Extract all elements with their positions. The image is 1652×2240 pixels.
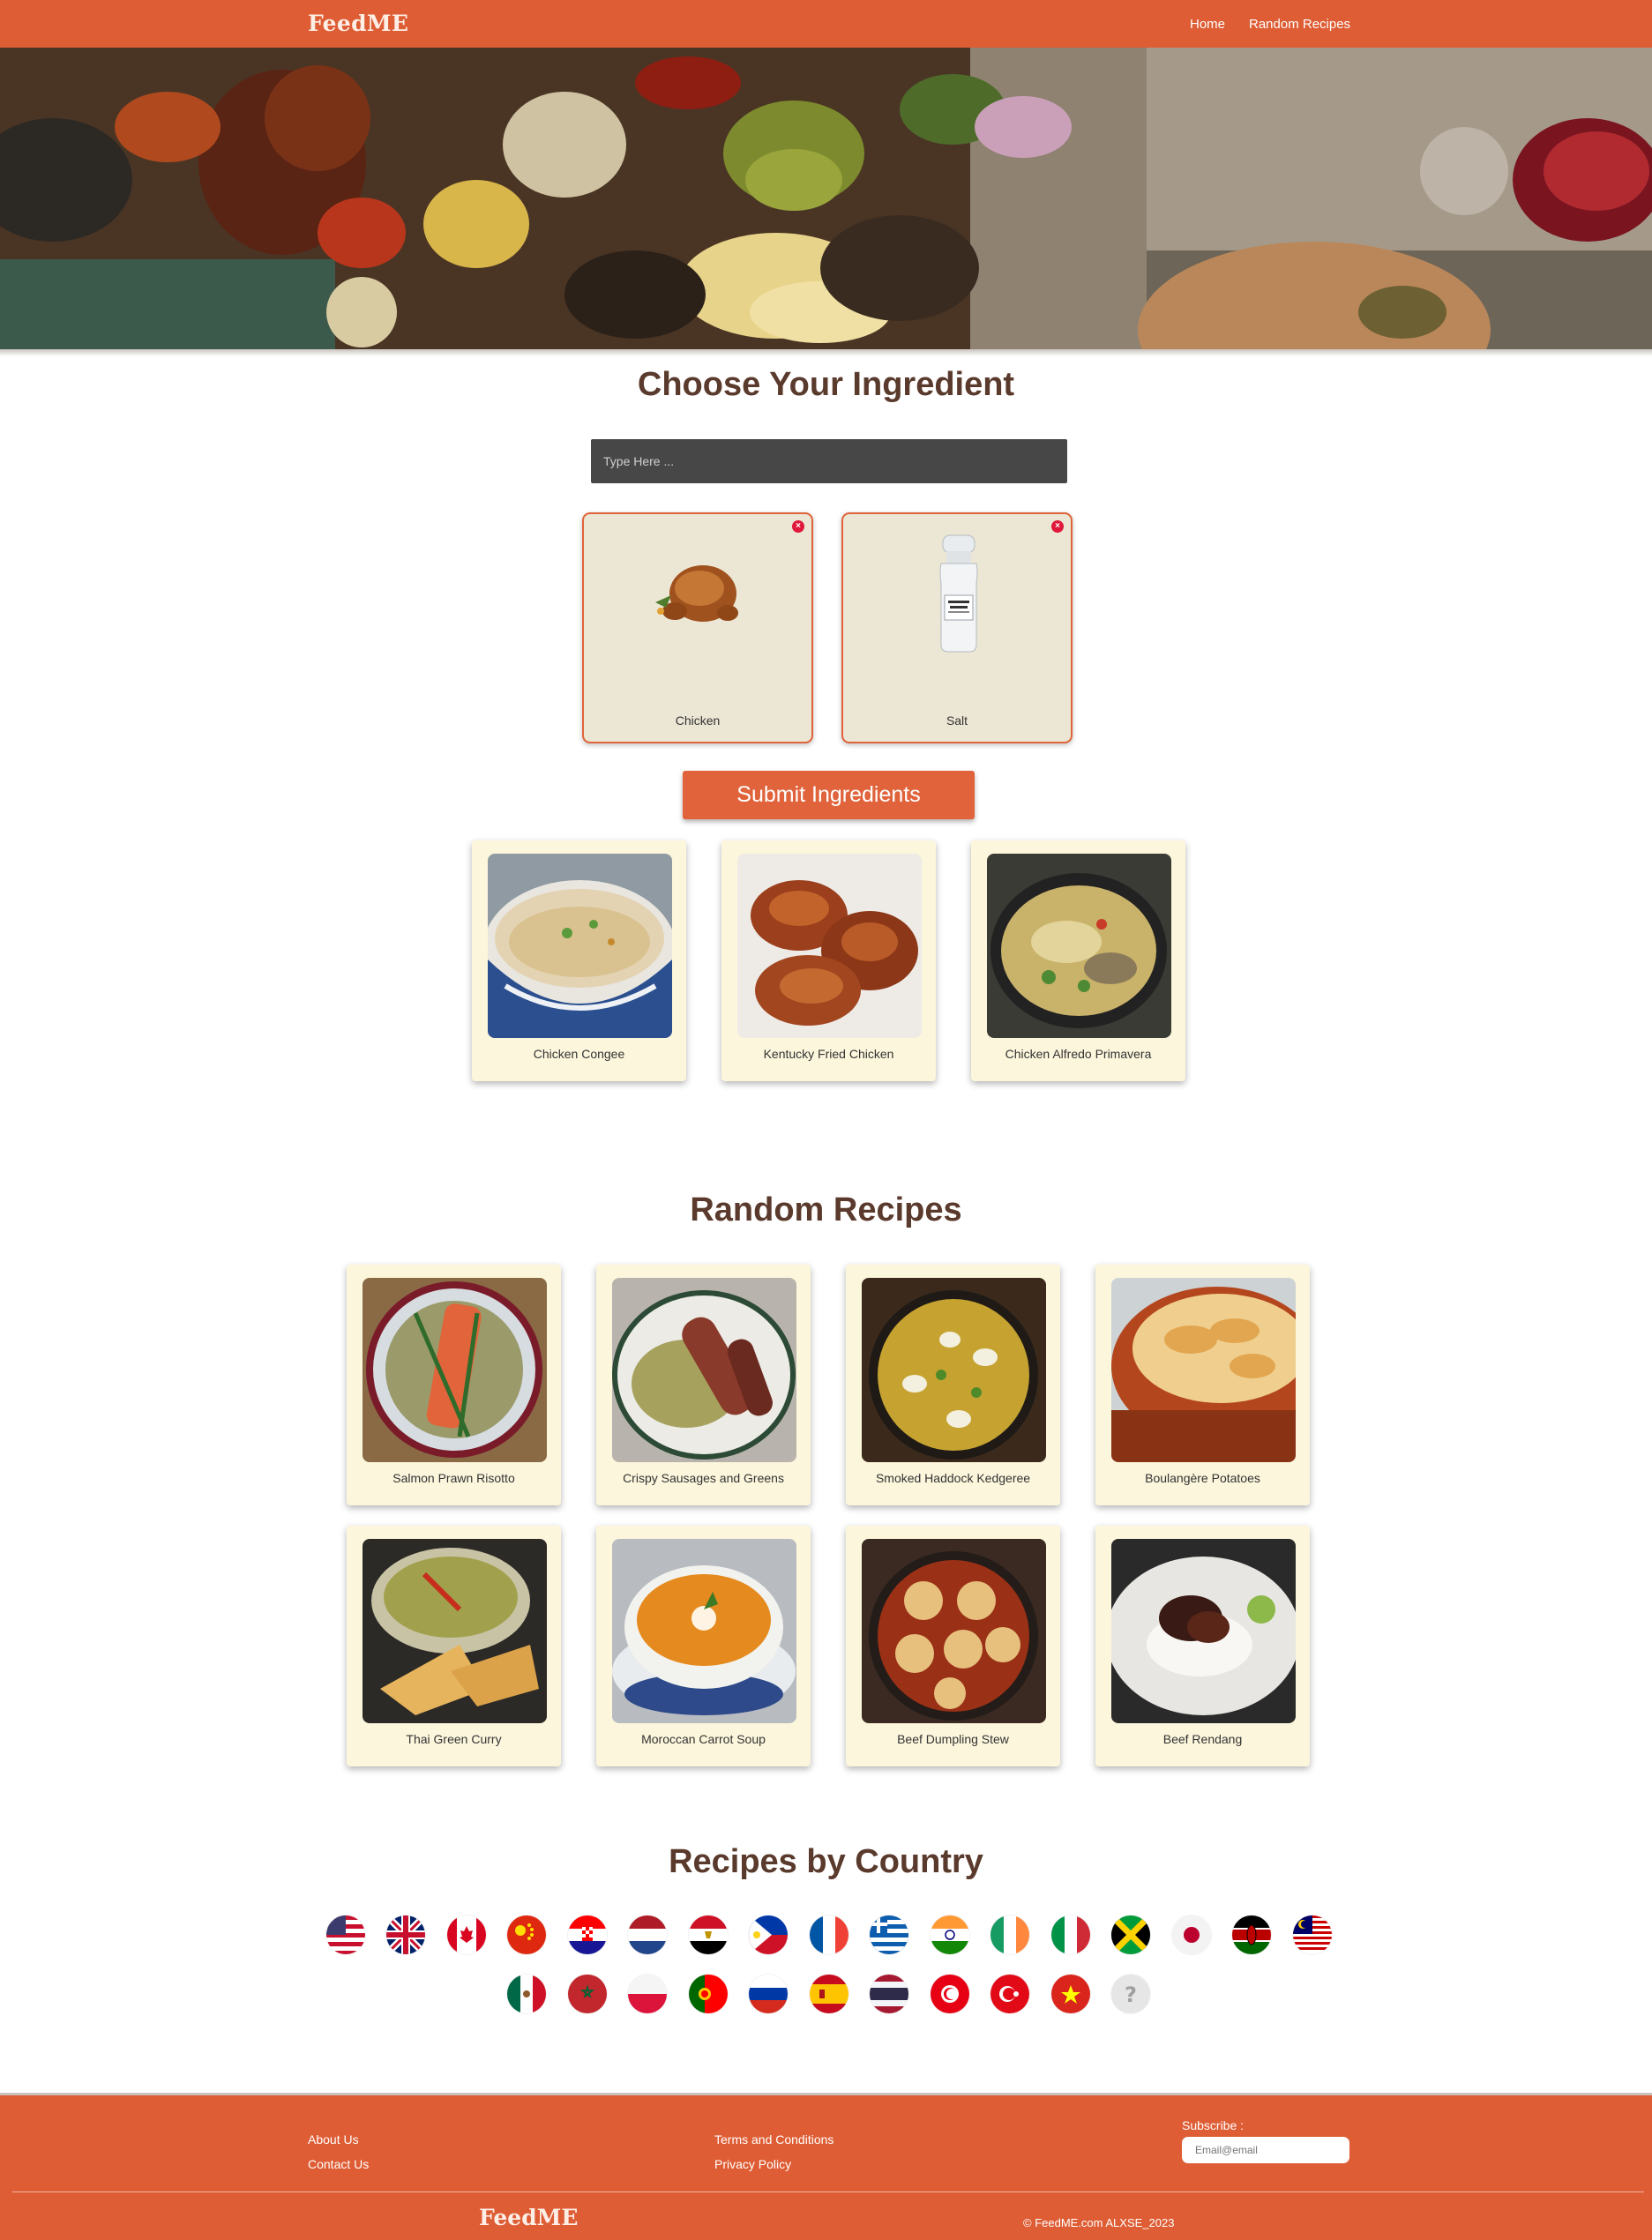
kenya-flag-icon[interactable] <box>1232 1915 1271 1954</box>
tunisia-flag-icon[interactable] <box>931 1975 969 2013</box>
recipe-card[interactable]: Beef Rendang <box>1095 1526 1310 1766</box>
greece-flag-icon[interactable] <box>870 1915 908 1954</box>
recipe-card[interactable]: Thai Green Curry <box>347 1526 561 1766</box>
recipe-card[interactable]: Chicken Congee <box>472 840 686 1081</box>
random-recipes-title: Random Recipes <box>690 1191 962 1228</box>
recipe-card[interactable]: Crispy Sausages and Greens <box>596 1265 811 1505</box>
poland-flag-icon[interactable] <box>628 1975 667 2013</box>
submit-ingredients-button[interactable]: Submit Ingredients <box>683 771 975 819</box>
philippines-flag-icon[interactable] <box>749 1915 788 1954</box>
recipe-card[interactable]: Beef Dumpling Stew <box>846 1526 1060 1766</box>
vietnam-flag-icon[interactable] <box>1051 1975 1090 2013</box>
spain-flag-icon[interactable] <box>810 1975 848 2013</box>
mexico-flag-icon[interactable] <box>507 1975 546 2013</box>
ingredient-card-chicken: × Chicken <box>582 512 813 743</box>
carrot-soup-photo <box>612 1539 796 1723</box>
recipe-card[interactable]: Smoked Haddock Kedgeree <box>846 1265 1060 1505</box>
ingredient-name: Salt <box>946 713 968 728</box>
footer-brand-logo: FeedME <box>479 2205 579 2230</box>
nav-home-link[interactable]: Home <box>1190 17 1225 32</box>
ireland-flag-icon[interactable] <box>990 1915 1029 1954</box>
india-flag-icon[interactable] <box>931 1915 969 1954</box>
kedgeree-photo <box>862 1278 1046 1462</box>
recipe-name: Beef Rendang <box>1162 1732 1243 1746</box>
jamaica-flag-icon[interactable] <box>1111 1915 1150 1954</box>
sausages-greens-photo <box>612 1278 796 1462</box>
recipe-name: Smoked Haddock Kedgeree <box>875 1471 1031 1485</box>
beef-rendang-photo <box>1111 1539 1296 1723</box>
canada-flag-icon[interactable] <box>447 1915 486 1954</box>
subscribe-label: Subscribe : <box>1182 2118 1245 2132</box>
chicken-alfredo-photo <box>987 854 1171 1038</box>
unknown-flag-icon[interactable]: ? <box>1111 1975 1150 2013</box>
recipe-name: Moroccan Carrot Soup <box>641 1732 766 1746</box>
recipe-name: Chicken Congee <box>533 1047 625 1061</box>
recipe-card[interactable]: Kentucky Fried Chicken <box>721 840 936 1081</box>
netherlands-flag-icon[interactable] <box>628 1915 667 1954</box>
recipe-name: Kentucky Fried Chicken <box>763 1047 894 1061</box>
recipe-card[interactable]: Salmon Prawn Risotto <box>347 1265 561 1505</box>
recipes-by-country-title: Recipes by Country <box>669 1843 983 1880</box>
salmon-risotto-photo <box>363 1278 547 1462</box>
portugal-flag-icon[interactable] <box>689 1975 728 2013</box>
recipe-name: Thai Green Curry <box>406 1732 502 1746</box>
footer-divider <box>12 2191 1644 2192</box>
morocco-flag-icon[interactable] <box>568 1975 607 2013</box>
remove-ingredient-close-icon[interactable]: × <box>1051 520 1064 533</box>
boulangere-potatoes-photo <box>1111 1278 1296 1462</box>
footer: About Us Contact Us Terms and Conditions… <box>0 2093 1652 2240</box>
malaysia-flag-icon[interactable] <box>1293 1915 1332 1954</box>
choose-ingredient-title: Choose Your Ingredient <box>637 366 1015 403</box>
thailand-flag-icon[interactable] <box>870 1975 908 2013</box>
hero-banner-image <box>0 48 1652 349</box>
about-us-link[interactable]: About Us <box>308 2132 359 2147</box>
copyright-text: © FeedME.com ALXSE_2023 <box>1023 2216 1175 2229</box>
brand-logo[interactable]: FeedME <box>308 11 408 36</box>
nav-random-recipes-link[interactable]: Random Recipes <box>1249 17 1350 32</box>
croatia-flag-icon[interactable] <box>568 1915 607 1954</box>
recipe-name: Boulangère Potatoes <box>1145 1471 1260 1485</box>
italy-flag-icon[interactable] <box>1051 1915 1090 1954</box>
usa-flag-icon[interactable] <box>326 1915 365 1954</box>
turkey-flag-icon[interactable] <box>990 1975 1029 2013</box>
ingredient-search-input[interactable] <box>591 439 1067 483</box>
chicken-congee-photo <box>488 854 672 1038</box>
recipe-name: Crispy Sausages and Greens <box>623 1471 784 1485</box>
russia-flag-icon[interactable] <box>749 1975 788 2013</box>
salt-shaker-icon <box>939 534 978 653</box>
recipe-name: Chicken Alfredo Primavera <box>1005 1047 1152 1061</box>
ingredient-card-salt: × Salt <box>841 512 1073 743</box>
recipe-card[interactable]: Boulangère Potatoes <box>1095 1265 1310 1505</box>
fried-chicken-photo <box>737 854 922 1038</box>
china-flag-icon[interactable] <box>507 1915 546 1954</box>
recipe-name: Beef Dumpling Stew <box>897 1732 1009 1746</box>
privacy-policy-link[interactable]: Privacy Policy <box>714 2157 791 2171</box>
egypt-flag-icon[interactable] <box>689 1915 728 1954</box>
uk-flag-icon[interactable] <box>386 1915 425 1954</box>
france-flag-icon[interactable] <box>810 1915 848 1954</box>
japan-flag-icon[interactable] <box>1172 1915 1211 1954</box>
remove-ingredient-close-icon[interactable]: × <box>792 520 804 533</box>
svg-text:?: ? <box>1125 1982 1137 2007</box>
thai-green-curry-photo <box>363 1539 547 1723</box>
recipe-card[interactable]: Chicken Alfredo Primavera <box>971 840 1185 1081</box>
subscribe-email-input[interactable] <box>1182 2137 1349 2163</box>
terms-link[interactable]: Terms and Conditions <box>714 2132 833 2147</box>
recipe-name: Salmon Prawn Risotto <box>392 1471 515 1485</box>
ingredient-name: Chicken <box>675 713 721 728</box>
recipe-card[interactable]: Moroccan Carrot Soup <box>596 1526 811 1766</box>
hero-shadow <box>0 349 1652 356</box>
contact-us-link[interactable]: Contact Us <box>308 2157 369 2171</box>
top-navbar: FeedME Home Random Recipes <box>0 0 1652 48</box>
roast-chicken-icon <box>655 565 738 622</box>
dumpling-stew-photo <box>862 1539 1046 1723</box>
